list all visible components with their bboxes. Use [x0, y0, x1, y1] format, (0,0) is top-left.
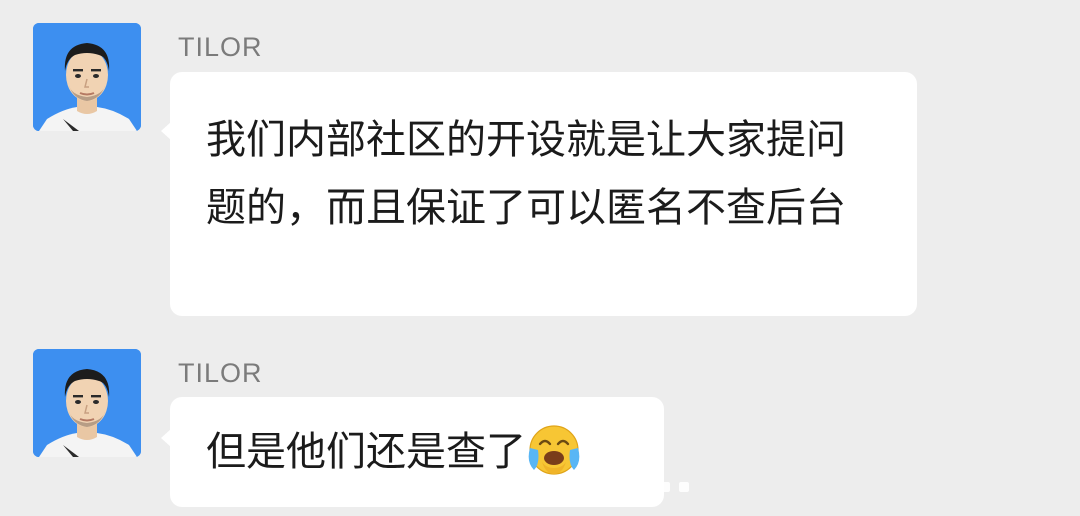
sender-name: TILOR	[178, 358, 263, 388]
crying-face-emoji-icon	[528, 424, 580, 476]
avatar-portrait-icon	[33, 23, 141, 131]
message-bubble[interactable]: 我们内部社区的开设就是让大家提问题的，而且保证了可以匿名不查后台	[161, 72, 917, 316]
sender-name: TILOR	[178, 32, 263, 62]
message-text: 我们内部社区的开设就是让大家提问题的，而且保证了可以匿名不查后台	[206, 117, 846, 231]
avatar-portrait-icon	[33, 349, 141, 457]
avatar[interactable]	[33, 349, 141, 457]
watermark	[470, 482, 689, 492]
message-text: 但是他们还是查了	[206, 429, 526, 475]
avatar[interactable]	[33, 23, 141, 131]
